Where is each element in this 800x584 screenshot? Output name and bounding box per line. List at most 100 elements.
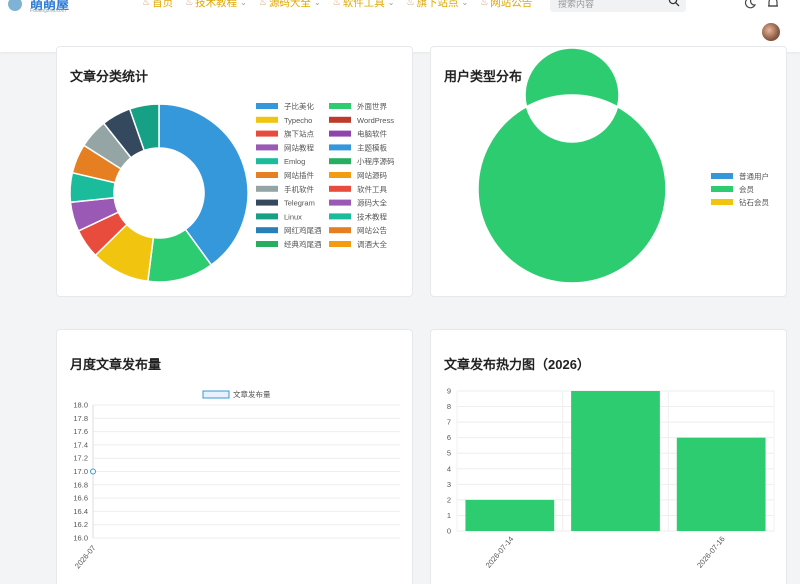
legend-label: 技术教程 [357,211,387,221]
legend-label: 源码大全 [357,198,387,208]
legend-label: 旗下站点 [284,129,314,139]
bar [676,437,766,531]
nav-item-label: 网站公告 [490,0,533,9]
legend-swatch [329,227,351,234]
legend-label: WordPress [357,116,394,125]
legend-swatch [256,185,278,192]
legend-label: Telegram [284,199,315,208]
search-input[interactable]: 搜索内容 [558,0,594,10]
nav-emoji-icon: ♨ [258,0,267,7]
y-tick-label: 17.8 [73,414,88,423]
legend-swatch [256,172,278,178]
nav-item-software[interactable]: ♨ 软件工具 ⌄ [333,0,395,10]
legend-label: Typecho [284,116,312,125]
legend-swatch [329,213,351,220]
nav-item-home[interactable]: ♨ 首页 [142,0,173,10]
legend-label: 网站源码 [357,170,387,180]
legend-label: 主题模板 [357,142,387,152]
legend-label: 钻石会员 [739,197,769,207]
monthly-line-chart: 文章发布量 18.0 17.8 17.6 17.4 17.2 17.0 16.8 16.6 16.… [73,389,400,571]
legend-swatch [202,390,230,399]
legend-label: 网红鸡尾酒 [284,225,322,235]
bell-icon[interactable] [766,0,780,10]
legend-swatch [711,199,733,205]
x-tick-label: 2026-07 [73,544,98,571]
nav-emoji-icon: ♨ [480,0,489,7]
legend-swatch [329,172,351,178]
nav-item-announcements[interactable]: ♨ 网站公告 [480,0,532,10]
y-tick-label: 17.4 [73,440,88,449]
publish-heatmap-card: 文章发布热力图（2026） 9 8 7 6 5 4 3 2 1 0 2026-07-14 2026-0… [430,329,787,584]
legend-label: 子比美化 [284,101,314,111]
legend-swatch [329,199,351,206]
legend-label: 普通用户 [739,171,769,181]
legend-label: 文章发布量 [233,389,271,399]
bar [465,499,555,531]
user-type-card: 用户类型分布 普通用户 会员 钻石会员 [430,46,787,297]
legend-swatch [711,186,733,192]
chevron-down-icon: ⌄ [387,0,395,7]
legend-label: 调酒大全 [357,239,387,249]
y-tick-label: 17.0 [73,467,88,476]
legend-label: 外面世界 [357,101,387,111]
search-icon[interactable] [668,0,680,7]
nav-item-label: 旗下站点 [416,0,459,9]
legend-label: 软件工具 [357,184,387,194]
site-subtitle: Fudongzhu.com [30,8,66,14]
nav-emoji-icon: ♨ [332,0,341,7]
category-stats-card: 文章分类统计 子比美化 外面世界 Typecho WordPress 旗下站点 电脑软件网… [56,46,413,297]
nav-item-source-code[interactable]: ♨ 源码大全 ⌄ [259,0,321,10]
y-tick-label: 9 [447,387,451,396]
y-tick-label: 6 [447,433,451,442]
y-tick-label: 16.2 [73,520,88,529]
y-tick-label: 5 [447,449,451,458]
legend-swatch [256,144,278,151]
legend-swatch [329,130,351,137]
nav-item-label: 技术教程 [195,0,238,9]
y-tick-label: 17.6 [73,427,88,436]
main-nav: ♨ 首页 ♨ 技术教程 ⌄ ♨ 源码大全 ⌄ ♨ 软件工具 ⌄ ♨ 旗下站点 ⌄ ♨ 网站公告 [142,0,544,10]
y-tick-label: 1 [447,511,451,520]
x-tick-label: 2026-07-14 [484,535,516,570]
nav-item-tutorials[interactable]: ♨ 技术教程 ⌄ [185,0,247,10]
nav-emoji-icon: ♨ [142,0,151,7]
user-type-doughnut-chart: 普通用户会员钻石会员 [477,47,769,284]
y-tick-label: 4 [447,464,451,473]
pie-slice [477,47,667,284]
legend-swatch [256,158,278,165]
search-box[interactable]: 搜索内容 [550,0,686,12]
nav-item-label: 首页 [152,0,174,9]
nav-emoji-icon: ♨ [406,0,415,7]
nav-item-sites[interactable]: ♨ 旗下站点 ⌄ [406,0,468,10]
legend-label: 网站插件 [284,170,314,180]
y-tick-label: 18.0 [73,401,88,410]
y-tick-label: 16.8 [73,480,88,489]
y-tick-label: 16.6 [73,494,88,503]
publish-bar-chart: 9 8 7 6 5 4 3 2 1 0 2026-07-14 2026-07-16 [447,387,775,570]
y-tick-label: 2 [447,495,451,504]
legend-label: 小程序源码 [357,156,395,166]
legend-swatch [329,185,351,192]
legend-swatch [256,227,278,234]
y-tick-label: 16.0 [73,534,88,543]
legend-swatch [329,241,351,247]
chevron-down-icon: ⌄ [313,0,321,7]
y-tick-label: 0 [447,527,451,536]
moon-icon[interactable] [743,0,757,10]
logo-mark-icon [8,0,22,11]
site-logo[interactable]: 萌萌屋 Fudongzhu.com [8,0,69,14]
y-tick-label: 17.2 [73,454,88,463]
legend-swatch [256,130,278,137]
legend-label: 会员 [739,184,754,194]
legend-label: 网站教程 [284,142,314,152]
legend-swatch [711,173,733,179]
avatar[interactable] [762,23,780,41]
y-tick-label: 3 [447,480,451,489]
legend-swatch [329,144,351,151]
legend-label: Emlog [284,157,305,166]
legend-swatch [256,103,278,109]
legend-swatch [329,103,351,109]
nav-item-label: 软件工具 [342,0,385,9]
chevron-down-icon: ⌄ [461,0,469,7]
legend-swatch [256,241,278,247]
